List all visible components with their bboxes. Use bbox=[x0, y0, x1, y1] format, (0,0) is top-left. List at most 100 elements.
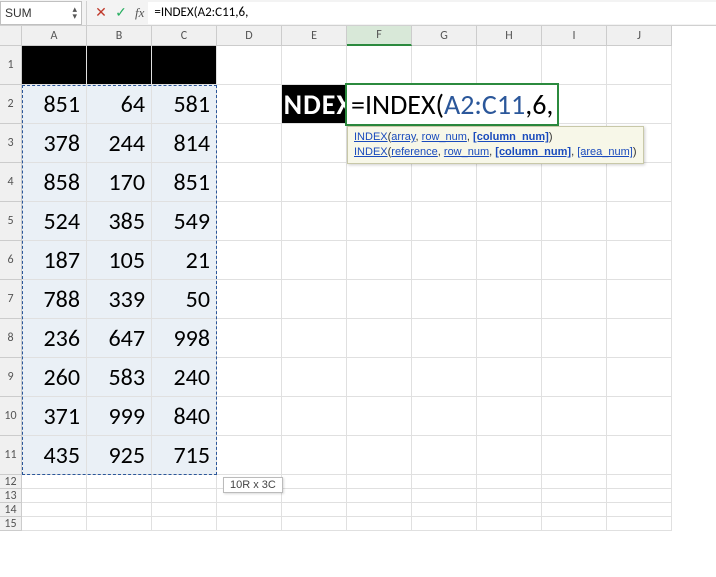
cell-H12[interactable] bbox=[477, 475, 542, 489]
cell-B3[interactable]: 244 bbox=[87, 124, 152, 163]
row-header-8[interactable]: 8 bbox=[0, 319, 22, 358]
cell-G5[interactable] bbox=[412, 202, 477, 241]
cell-C5[interactable]: 549 bbox=[152, 202, 217, 241]
cell-J6[interactable] bbox=[607, 241, 672, 280]
cell-G15[interactable] bbox=[412, 517, 477, 531]
cell-F7[interactable] bbox=[347, 280, 412, 319]
cell-J13[interactable] bbox=[607, 489, 672, 503]
cell-G8[interactable] bbox=[412, 319, 477, 358]
cell-D4[interactable] bbox=[217, 163, 282, 202]
cell-G10[interactable] bbox=[412, 397, 477, 436]
cell-H14[interactable] bbox=[477, 503, 542, 517]
cell-I5[interactable] bbox=[542, 202, 607, 241]
select-all-corner[interactable] bbox=[0, 26, 22, 46]
cell-A6[interactable]: 187 bbox=[22, 241, 87, 280]
cell-J14[interactable] bbox=[607, 503, 672, 517]
cell-B13[interactable] bbox=[87, 489, 152, 503]
col-header-G[interactable]: G bbox=[412, 26, 477, 46]
row-header-3[interactable]: 3 bbox=[0, 124, 22, 163]
row-header-12[interactable]: 12 bbox=[0, 475, 22, 489]
cell-E8[interactable] bbox=[282, 319, 347, 358]
cell-E15[interactable] bbox=[282, 517, 347, 531]
cell-C8[interactable]: 998 bbox=[152, 319, 217, 358]
col-header-I[interactable]: I bbox=[542, 26, 607, 46]
tooltip-arg[interactable]: row_num bbox=[422, 131, 467, 143]
cell-E2[interactable]: INDEX bbox=[282, 85, 347, 124]
name-box[interactable]: SUM ▴ ▾ bbox=[0, 1, 82, 25]
cell-B2[interactable]: 64 bbox=[87, 85, 152, 124]
chevron-down-icon[interactable]: ▾ bbox=[72, 13, 77, 20]
tooltip-arg[interactable]: reference bbox=[391, 146, 437, 158]
cell-D5[interactable] bbox=[217, 202, 282, 241]
cell-E14[interactable] bbox=[282, 503, 347, 517]
cell-H5[interactable] bbox=[477, 202, 542, 241]
cell-E13[interactable] bbox=[282, 489, 347, 503]
row-header-11[interactable]: 11 bbox=[0, 436, 22, 475]
cell-H9[interactable] bbox=[477, 358, 542, 397]
cell-E6[interactable] bbox=[282, 241, 347, 280]
cell-F5[interactable] bbox=[347, 202, 412, 241]
cell-I7[interactable] bbox=[542, 280, 607, 319]
cell-I14[interactable] bbox=[542, 503, 607, 517]
row-header-15[interactable]: 15 bbox=[0, 517, 22, 531]
cell-J10[interactable] bbox=[607, 397, 672, 436]
col-header-C[interactable]: C bbox=[152, 26, 217, 46]
cell-H10[interactable] bbox=[477, 397, 542, 436]
formula-input[interactable] bbox=[148, 2, 716, 24]
fx-icon[interactable]: fx bbox=[135, 5, 144, 21]
cell-I4[interactable] bbox=[542, 163, 607, 202]
cell-A10[interactable]: 371 bbox=[22, 397, 87, 436]
col-header-A[interactable]: A bbox=[22, 26, 87, 46]
cell-G12[interactable] bbox=[412, 475, 477, 489]
cell-F1[interactable] bbox=[347, 46, 412, 85]
tooltip-function-link[interactable]: INDEX bbox=[354, 146, 388, 158]
cell-F4[interactable] bbox=[347, 163, 412, 202]
col-header-E[interactable]: E bbox=[282, 26, 347, 46]
col-header-B[interactable]: B bbox=[87, 26, 152, 46]
cell-D6[interactable] bbox=[217, 241, 282, 280]
cell-B9[interactable]: 583 bbox=[87, 358, 152, 397]
cell-B8[interactable]: 647 bbox=[87, 319, 152, 358]
cell-E7[interactable] bbox=[282, 280, 347, 319]
cell-I6[interactable] bbox=[542, 241, 607, 280]
cell-H4[interactable] bbox=[477, 163, 542, 202]
tooltip-arg[interactable]: [column_num] bbox=[495, 146, 571, 158]
cell-A2[interactable]: 851 bbox=[22, 85, 87, 124]
cell-C1[interactable] bbox=[152, 46, 217, 85]
cell-D8[interactable] bbox=[217, 319, 282, 358]
col-header-J[interactable]: J bbox=[607, 26, 672, 46]
cell-A11[interactable]: 435 bbox=[22, 436, 87, 475]
row-header-1[interactable]: 1 bbox=[0, 46, 22, 85]
cell-E10[interactable] bbox=[282, 397, 347, 436]
cell-B12[interactable] bbox=[87, 475, 152, 489]
cell-E11[interactable] bbox=[282, 436, 347, 475]
cell-F6[interactable] bbox=[347, 241, 412, 280]
cell-I10[interactable] bbox=[542, 397, 607, 436]
cell-C13[interactable] bbox=[152, 489, 217, 503]
cell-I9[interactable] bbox=[542, 358, 607, 397]
cell-F8[interactable] bbox=[347, 319, 412, 358]
cell-I12[interactable] bbox=[542, 475, 607, 489]
cell-D14[interactable] bbox=[217, 503, 282, 517]
cell-H7[interactable] bbox=[477, 280, 542, 319]
cell-D2[interactable] bbox=[217, 85, 282, 124]
cell-G13[interactable] bbox=[412, 489, 477, 503]
cell-B5[interactable]: 385 bbox=[87, 202, 152, 241]
cell-B10[interactable]: 999 bbox=[87, 397, 152, 436]
tooltip-arg[interactable]: [column_num] bbox=[473, 131, 549, 143]
formula-tooltip[interactable]: INDEX(array, row_num, [column_num])INDEX… bbox=[347, 126, 644, 164]
cell-C4[interactable]: 851 bbox=[152, 163, 217, 202]
cell-I1[interactable] bbox=[542, 46, 607, 85]
cell-F9[interactable] bbox=[347, 358, 412, 397]
cell-D3[interactable] bbox=[217, 124, 282, 163]
cell-A12[interactable] bbox=[22, 475, 87, 489]
cell-B6[interactable]: 105 bbox=[87, 241, 152, 280]
cell-C7[interactable]: 50 bbox=[152, 280, 217, 319]
cell-I11[interactable] bbox=[542, 436, 607, 475]
cell-G11[interactable] bbox=[412, 436, 477, 475]
col-header-D[interactable]: D bbox=[217, 26, 282, 46]
row-header-4[interactable]: 4 bbox=[0, 163, 22, 202]
cell-F15[interactable] bbox=[347, 517, 412, 531]
cell-H1[interactable] bbox=[477, 46, 542, 85]
cell-H8[interactable] bbox=[477, 319, 542, 358]
